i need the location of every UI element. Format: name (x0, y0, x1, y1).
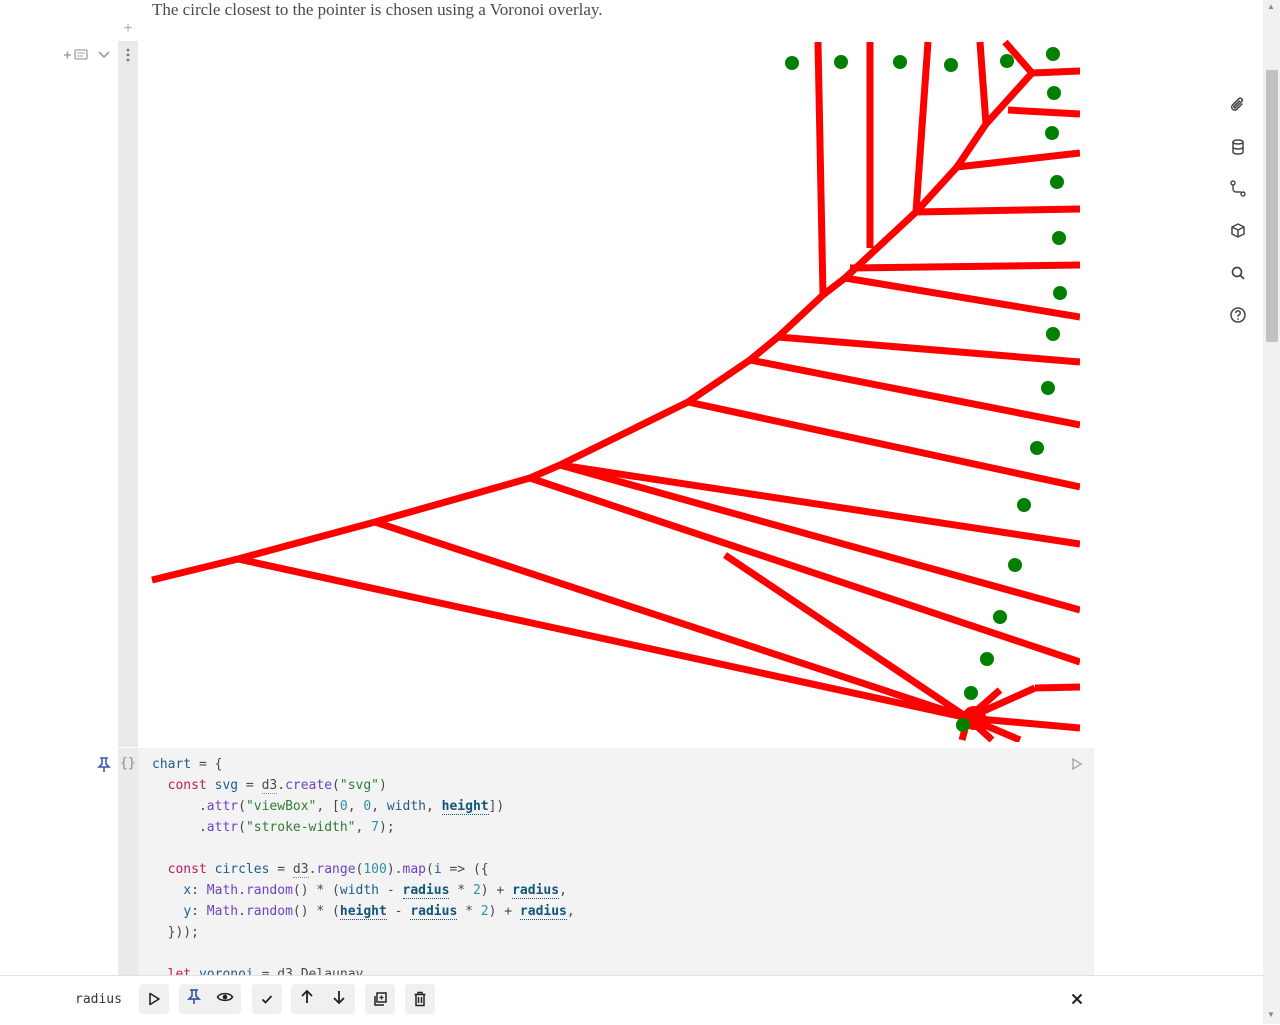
move-up-button[interactable] (300, 989, 314, 1010)
search-icon[interactable] (1228, 263, 1248, 283)
voronoi-edge (915, 205, 1080, 216)
code-cell-bar (118, 748, 138, 976)
voronoi-edge (976, 41, 990, 125)
chart-circle[interactable] (1000, 54, 1014, 68)
cell-menu-icon[interactable] (124, 46, 132, 64)
collapse-chevron-icon[interactable] (97, 46, 111, 64)
code-braces-icon: {} (120, 756, 136, 771)
voronoi-chart[interactable] (138, 38, 1080, 742)
chart-circle[interactable] (1017, 498, 1031, 512)
chart-circle[interactable] (1050, 175, 1064, 189)
chart-circle[interactable] (1046, 327, 1060, 341)
voronoi-edge (1034, 683, 1080, 692)
chart-circle[interactable] (1041, 381, 1055, 395)
pin-eye-group (179, 984, 241, 1014)
chart-circle[interactable] (785, 56, 799, 70)
voronoi-edge (151, 555, 239, 584)
chart-circle[interactable] (1008, 558, 1022, 572)
chart-circle[interactable] (893, 55, 907, 69)
voronoi-edge (775, 292, 826, 340)
chart-circle[interactable] (1052, 231, 1066, 245)
code-editor[interactable]: chart = { const svg = d3.create("svg") .… (138, 748, 1094, 976)
cell-description: The circle closest to the pointer is cho… (152, 0, 603, 19)
visibility-button[interactable] (216, 989, 234, 1010)
voronoi-edge (559, 461, 1080, 548)
voronoi-edge (849, 261, 1080, 272)
delete-button[interactable] (405, 984, 435, 1014)
add-comment-icon[interactable] (62, 46, 90, 64)
close-icon (1071, 993, 1083, 1005)
chart-circle[interactable] (1045, 126, 1059, 140)
chart-circle[interactable] (1030, 441, 1044, 455)
trash-icon (414, 991, 426, 1007)
voronoi-edge (1031, 67, 1080, 77)
check-button[interactable] (252, 984, 282, 1014)
scrollbar-thumb[interactable] (1266, 70, 1278, 342)
package-icon[interactable] (1228, 221, 1248, 241)
scroll-down-arrow-icon[interactable]: ▼ (1265, 1010, 1277, 1020)
voronoi-edge (844, 274, 1080, 321)
pin-icon[interactable] (97, 757, 111, 772)
scroll-up-arrow-icon[interactable]: ▲ (1265, 2, 1277, 12)
eye-icon (216, 992, 233, 1001)
voronoi-edge (983, 70, 1035, 127)
circles-group (785, 47, 1067, 732)
voronoi-edge (559, 461, 1080, 614)
pin-button[interactable] (186, 988, 201, 1010)
move-down-button[interactable] (332, 989, 346, 1010)
voronoi-edge (954, 122, 989, 169)
chart-circle[interactable] (993, 610, 1007, 624)
duplicate-button[interactable] (365, 984, 395, 1014)
voronoi-edge (237, 518, 376, 563)
voronoi-edge (237, 555, 969, 722)
duplicate-icon (374, 992, 387, 1006)
voronoi-edge (747, 334, 781, 363)
voronoi-edge (912, 41, 932, 213)
voronoi-edge (777, 333, 1080, 366)
check-icon (261, 995, 273, 1004)
paperclip-icon[interactable] (1228, 95, 1248, 115)
chart-circle[interactable] (980, 652, 994, 666)
voronoi-overlay (151, 39, 1080, 742)
voronoi-edge (558, 398, 690, 469)
voronoi-edge (814, 41, 827, 296)
run-cell-icon[interactable] (1070, 757, 1084, 771)
chart-circle[interactable] (1047, 86, 1061, 100)
database-icon[interactable] (1228, 137, 1248, 157)
chart-circle[interactable] (944, 58, 958, 72)
close-toolbar-button[interactable] (1066, 988, 1088, 1010)
run-button[interactable] (139, 984, 169, 1014)
cell-name-label: radius (75, 992, 122, 1007)
run-icon (149, 992, 160, 1006)
voronoi-edge (1007, 106, 1080, 118)
help-icon[interactable] (1228, 305, 1248, 325)
pin-icon (186, 988, 201, 1004)
voronoi-edge (749, 356, 1080, 429)
voronoi-edge (686, 357, 752, 405)
chart-circle[interactable] (1046, 47, 1060, 61)
add-cell-above-icon[interactable]: + (121, 21, 135, 37)
voronoi-edge (956, 149, 1080, 171)
cell-selection-bar[interactable] (118, 41, 138, 747)
chart-circle[interactable] (1053, 286, 1067, 300)
voronoi-edge (374, 474, 531, 526)
chart-circle[interactable] (964, 686, 978, 700)
arrow-down-icon (333, 990, 345, 1004)
dependency-icon[interactable] (1228, 179, 1248, 199)
chart-circle[interactable] (956, 718, 970, 732)
arrow-up-icon (301, 989, 313, 1003)
move-group (291, 984, 355, 1014)
code-text[interactable]: chart = { const svg = d3.create("svg") .… (152, 754, 575, 976)
chart-circle[interactable] (834, 55, 848, 69)
